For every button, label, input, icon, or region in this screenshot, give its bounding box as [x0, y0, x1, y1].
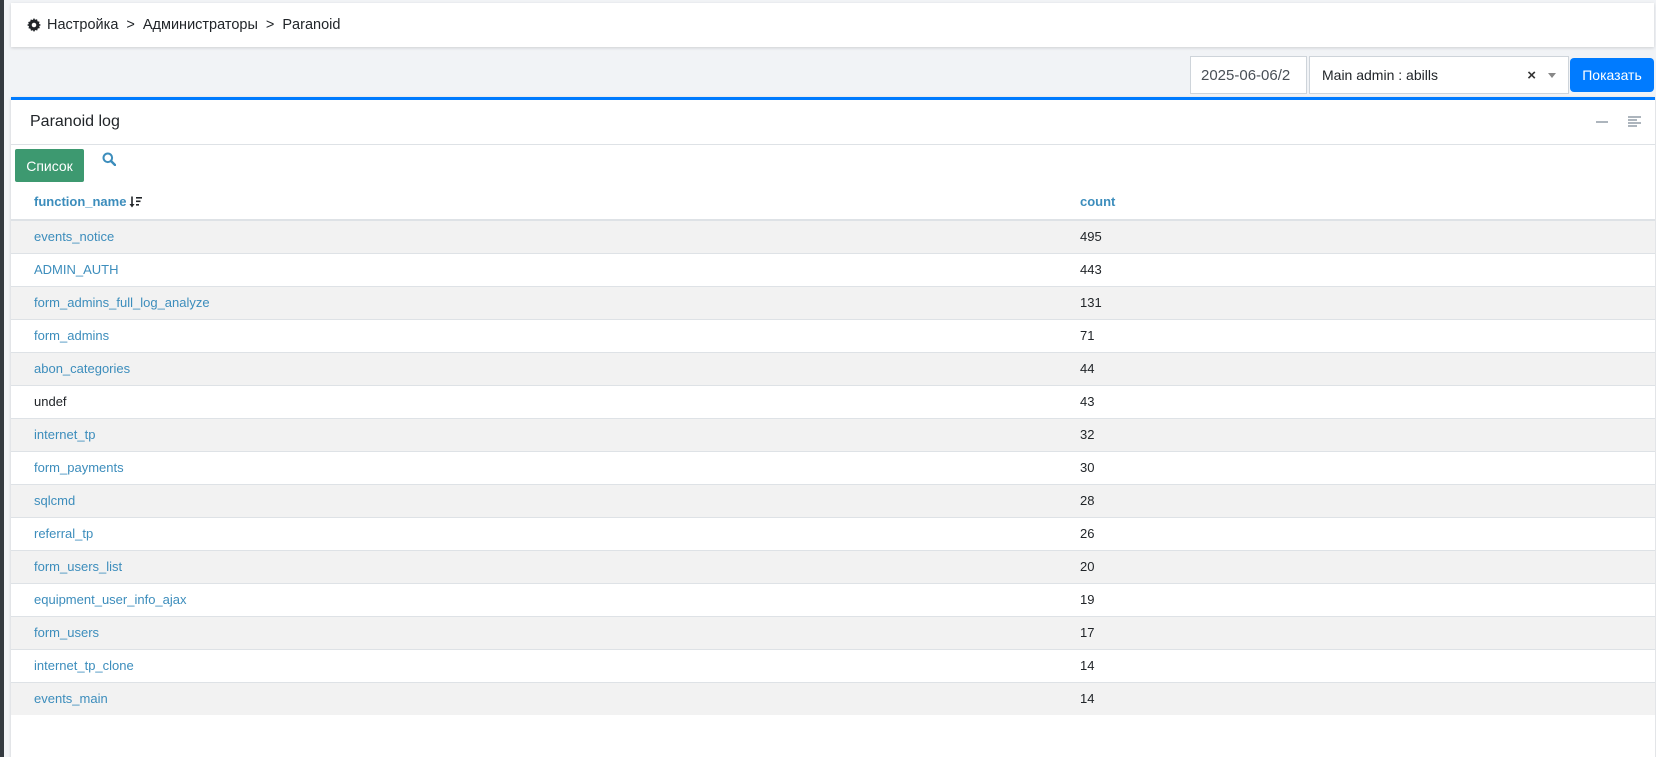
table-row: ADMIN_AUTH 443	[11, 252, 1655, 286]
filter-bar: Main admin : abills × Показать	[1190, 56, 1654, 94]
cell-function-name: abon_categories	[11, 351, 1080, 385]
table-row: equipment_user_info_ajax 19	[11, 582, 1655, 616]
left-edge-strip	[0, 0, 4, 757]
function-name-link[interactable]: events_notice	[34, 229, 114, 244]
cell-count: 43	[1080, 384, 1655, 418]
list-button[interactable]: Список	[15, 149, 84, 182]
cell-function-name: form_admins	[11, 318, 1080, 352]
table-row: events_main 14	[11, 681, 1655, 715]
column-header-function-name[interactable]: function_name	[11, 183, 1080, 221]
table-row: sqlcmd 28	[11, 483, 1655, 517]
table-row: abon_categories 44	[11, 351, 1655, 385]
lines-icon[interactable]	[1628, 116, 1641, 127]
cell-count: 28	[1080, 483, 1655, 517]
show-button[interactable]: Показать	[1570, 58, 1654, 92]
function-name-link[interactable]: internet_tp	[34, 427, 95, 442]
function-name-link[interactable]: internet_tp_clone	[34, 658, 134, 673]
function-name-link[interactable]: equipment_user_info_ajax	[34, 592, 187, 607]
function-name-link[interactable]: sqlcmd	[34, 493, 75, 508]
search-icon[interactable]	[102, 152, 116, 166]
minus-icon[interactable]	[1596, 120, 1608, 123]
cell-function-name: referral_tp	[11, 516, 1080, 550]
cell-count: 20	[1080, 549, 1655, 583]
function-name-link[interactable]: ADMIN_AUTH	[34, 262, 119, 277]
table-row: internet_tp_clone 14	[11, 648, 1655, 682]
table-row: events_notice 495	[11, 219, 1655, 253]
table-header-row: function_name count	[11, 183, 1655, 221]
clear-selection-icon[interactable]: ×	[1527, 67, 1536, 84]
cell-function-name: internet_tp	[11, 417, 1080, 451]
function-name-link[interactable]: form_payments	[34, 460, 124, 475]
breadcrumb-item-admins[interactable]: Администраторы	[143, 17, 258, 33]
table-row: form_users_list 20	[11, 549, 1655, 583]
table-row: form_payments 30	[11, 450, 1655, 484]
cell-count: 30	[1080, 450, 1655, 484]
function-name-link[interactable]: referral_tp	[34, 526, 93, 541]
cell-count: 19	[1080, 582, 1655, 616]
cell-count: 26	[1080, 516, 1655, 550]
function-name-link[interactable]: events_main	[34, 691, 108, 706]
cell-count: 131	[1080, 285, 1655, 319]
breadcrumb-separator: >	[126, 17, 135, 33]
cell-count: 71	[1080, 318, 1655, 352]
cell-function-name: events_notice	[11, 219, 1080, 253]
function-name-text: undef	[34, 394, 67, 409]
sort-desc-icon[interactable]	[129, 196, 143, 208]
cell-function-name: form_users_list	[11, 549, 1080, 583]
cell-count: 14	[1080, 648, 1655, 682]
breadcrumb: Настройка > Администраторы > Paranoid	[11, 3, 1654, 47]
cell-function-name: sqlcmd	[11, 483, 1080, 517]
breadcrumb-item-settings[interactable]: Настройка	[47, 17, 118, 33]
cell-function-name: undef	[11, 384, 1080, 418]
table-row: form_admins 71	[11, 318, 1655, 352]
cell-function-name: form_users	[11, 615, 1080, 649]
function-name-link[interactable]: abon_categories	[34, 361, 130, 376]
cell-count: 495	[1080, 219, 1655, 253]
column-header-count[interactable]: count	[1080, 183, 1655, 221]
table-row: undef 43	[11, 384, 1655, 418]
chevron-down-icon[interactable]	[1548, 72, 1556, 78]
function-name-link[interactable]: form_users_list	[34, 559, 122, 574]
cell-function-name: form_admins_full_log_analyze	[11, 285, 1080, 319]
function-name-link[interactable]: form_admins	[34, 328, 109, 343]
function-name-link[interactable]: form_admins_full_log_analyze	[34, 295, 210, 310]
card-tools	[1596, 116, 1641, 127]
breadcrumb-separator: >	[265, 17, 275, 33]
cell-count: 17	[1080, 615, 1655, 649]
cell-function-name: equipment_user_info_ajax	[11, 582, 1080, 616]
cell-count: 14	[1080, 681, 1655, 715]
cell-count: 32	[1080, 417, 1655, 451]
card-header: Paranoid log	[11, 100, 1655, 145]
paranoid-log-table: function_name count events_notice 495 ADMI…	[11, 183, 1655, 715]
table-row: internet_tp 32	[11, 417, 1655, 451]
table-row: form_admins_full_log_analyze 131	[11, 285, 1655, 319]
card-title: Paranoid log	[30, 113, 120, 130]
cell-count: 44	[1080, 351, 1655, 385]
function-name-link[interactable]: form_users	[34, 625, 99, 640]
cell-function-name: events_main	[11, 681, 1080, 715]
cell-function-name: ADMIN_AUTH	[11, 252, 1080, 286]
column-header-label: function_name	[34, 193, 127, 209]
cell-function-name: form_payments	[11, 450, 1080, 484]
admin-select[interactable]: Main admin : abills ×	[1309, 56, 1569, 94]
date-range-input[interactable]	[1190, 56, 1307, 94]
admin-select-value: Main admin : abills	[1322, 67, 1438, 83]
paranoid-log-card: Paranoid log Список function_name count …	[11, 97, 1655, 757]
table-row: referral_tp 26	[11, 516, 1655, 550]
table-toolbar: Список	[11, 145, 1655, 183]
cell-count: 443	[1080, 252, 1655, 286]
breadcrumb-item-paranoid: Paranoid	[282, 17, 341, 33]
gear-icon	[27, 18, 41, 32]
cell-function-name: internet_tp_clone	[11, 648, 1080, 682]
table-row: form_users 17	[11, 615, 1655, 649]
